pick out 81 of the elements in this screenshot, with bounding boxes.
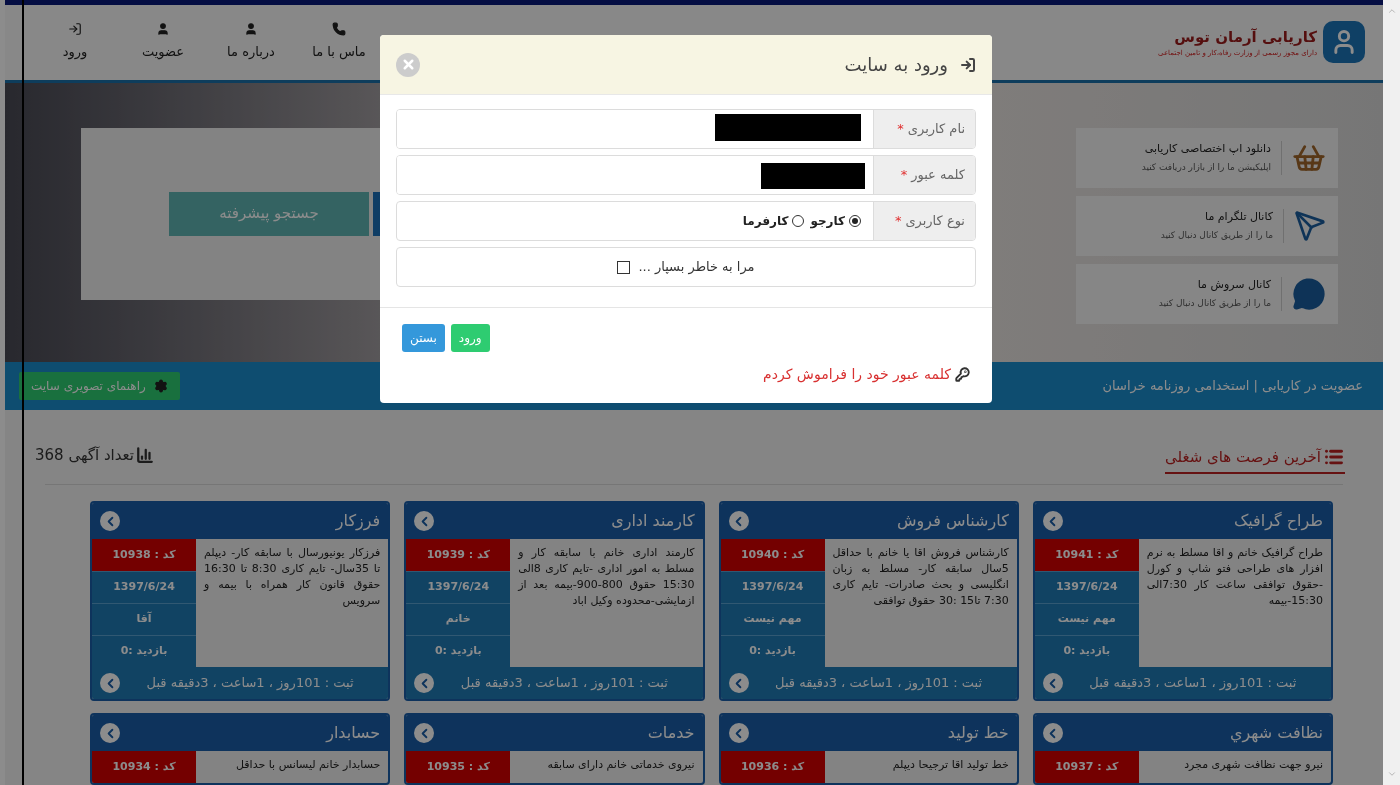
job-gender: مهم نیست: [720, 603, 825, 635]
posted-time: ثبت : 101روز ، 1ساعت ، 3دقیقه قبل: [774, 674, 984, 693]
promo-title: دانلود اپ اختصاصی کاریابی: [1143, 140, 1271, 157]
gear-icon: [153, 379, 168, 393]
nav-link[interactable]: ماس با ما: [309, 22, 369, 62]
job-gender: آقا: [92, 603, 196, 635]
job-date: 1397/6/24: [1034, 571, 1139, 603]
job-gender: خانم: [406, 603, 511, 635]
job-title[interactable]: کارمند اداری: [611, 509, 695, 533]
ad-count: تعداد آگهی 368: [35, 443, 155, 474]
radio-label: کارفرما: [742, 213, 789, 230]
dialog-title: ورود به سایت: [844, 53, 948, 78]
promo-subtitle: اپلیکیشن ما را از بازار دریافت کنید: [1141, 161, 1271, 175]
logo-title: کاریابی آرمان توس: [1173, 26, 1317, 48]
job-date: 1397/6/24: [720, 571, 825, 603]
radio-label: کارجو: [810, 213, 845, 230]
job-date: 1397/6/24: [406, 571, 511, 603]
posted-time: ثبت : 101روز ، 1ساعت ، 3دقیقه قبل: [145, 674, 355, 693]
promo-card[interactable]: دانلود اپ اختصاصی کاریابی اپلیکیشن ما را از بازار دریافت کنید: [1076, 127, 1338, 188]
job-code: کد : 10939: [406, 539, 511, 571]
job-title[interactable]: نظافت شهري: [1229, 721, 1323, 745]
promo-title: کانال تلگرام ما: [1204, 208, 1273, 225]
login-icon: [960, 56, 976, 73]
job-date: 1397/6/24: [92, 571, 196, 603]
user-icon: [156, 22, 170, 37]
job-title[interactable]: خط تولید: [947, 721, 1009, 745]
advanced-search-button[interactable]: جستجو پیشرفته: [169, 191, 369, 236]
job-gender: مهم نیست: [1034, 603, 1139, 635]
job-title[interactable]: خدمات: [647, 721, 695, 745]
job-title[interactable]: طراح گرافیک: [1233, 509, 1323, 533]
radio-button[interactable]: [792, 215, 805, 227]
job-title[interactable]: حسابدار: [326, 721, 381, 745]
paper-plane-icon: [1294, 209, 1326, 242]
promo-card[interactable]: کانال تلگرام ما ما را از طریق کانال دنبال کنید: [1076, 195, 1338, 256]
remember-label: مرا به خاطر بسپار ...: [638, 258, 755, 277]
job-visits: بازدید :0: [406, 635, 511, 667]
forgot-password-link[interactable]: کلمه عبور خود را فراموش کردم: [763, 364, 970, 385]
nav-link[interactable]: ورود: [45, 22, 105, 62]
job-description: نیرو جهت نظافت شهری مجرد: [1183, 757, 1324, 773]
posted-time: ثبت : 101روز ، 1ساعت ، 3دقیقه قبل: [459, 674, 669, 693]
job-code: کد : 10935: [406, 751, 511, 783]
nav-link[interactable]: درباره ما: [221, 22, 281, 62]
login-icon: [68, 22, 82, 37]
job-description: فرزکار یونیورسال با سابقه کار- دیپلم تا 35سال- تایم کاری 8:30 تا 16:30 حقوق قانون کار همراه با بیمه و سرویس: [202, 545, 382, 609]
job-description: کارمند اداری خانم با سابقه کار و مسلط به امور اداری -تایم کاری 8الی 15:30 حقوق 800-900-بیمه بعد از ازمایشی-محدوده وکیل اباد: [516, 545, 696, 609]
section-title: آخرین فرصت های شغلی: [1164, 445, 1345, 474]
chat-bubble-icon: [1292, 276, 1326, 311]
promo-card[interactable]: کانال سروش ما ما را از طریق کانال دنبال کنید: [1076, 263, 1338, 324]
close-dialog-button[interactable]: بستن: [402, 324, 445, 352]
field-label: نوع کاربری: [905, 212, 965, 231]
job-visits: بازدید :0: [92, 635, 196, 667]
job-visits: بازدید :0: [720, 635, 825, 667]
checkbox[interactable]: [617, 260, 631, 274]
promo-title: کانال سروش ما: [1196, 276, 1271, 293]
job-code: کد : 10936: [720, 751, 825, 783]
job-title[interactable]: فرزکار: [335, 509, 381, 533]
job-description: طراح گرافیک خانم و اقا مسلط به نرم افزار های طراحی فتو شاپ و کورل -حقوق توافقی ساعت کار 7:30الی 15:30-بیمه: [1145, 545, 1324, 609]
logo-icon: [1323, 21, 1365, 64]
key-icon: [955, 367, 970, 382]
job-code: کد : 10940: [720, 539, 825, 571]
job-code: کد : 10938: [92, 539, 196, 571]
user-icon: [244, 22, 258, 37]
promo-subtitle: ما را از طریق کانال دنبال کنید: [1158, 297, 1271, 311]
required-mark: *: [894, 212, 902, 231]
job-description: کارشناس فروش اقا یا خانم با حداقل 5سال سابقه کار- مسلط به زبان انگلیسی و بحث صادرات- تایم کاری 7:30 تا15 :30 حقوق توافقی: [831, 545, 1010, 609]
nav-link[interactable]: عضویت: [133, 22, 193, 62]
job-description: خط تولید اقا ترجیحا دیپلم: [891, 757, 1010, 773]
radio-button[interactable]: [849, 215, 861, 227]
job-visits: بازدید :0: [1034, 635, 1139, 667]
job-code: کد : 10934: [92, 751, 196, 783]
login-button[interactable]: ورود: [450, 324, 490, 352]
job-title[interactable]: کارشناس فروش: [897, 509, 1009, 533]
posted-time: ثبت : 101روز ، 1ساعت ، 3دقیقه قبل: [1088, 674, 1298, 693]
job-code: کد : 10937: [1034, 751, 1139, 783]
phone-icon: [332, 22, 346, 37]
banner-text: عضویت در کاریابی | استخدامی روزنامه خراسان: [1102, 377, 1363, 396]
promo-subtitle: ما را از طریق کانال دنبال کنید: [1160, 229, 1273, 243]
job-description: حسابدار خانم لیسانس با حداقل: [235, 757, 382, 773]
bar-chart-icon: [136, 445, 155, 464]
job-description: نیروی خدماتی خانم دارای سابقه: [546, 757, 696, 773]
job-code: کد : 10941: [1034, 539, 1139, 571]
